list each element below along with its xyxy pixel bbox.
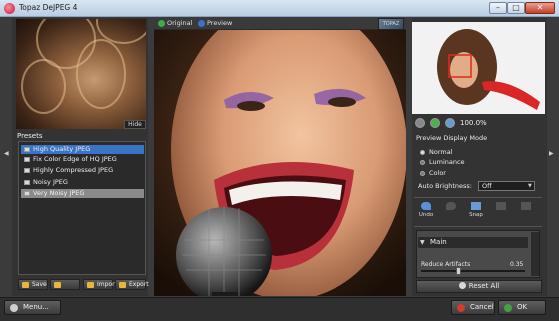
auto-brightness-select[interactable]: Off	[478, 181, 535, 191]
hide-button[interactable]: Hide	[124, 120, 146, 129]
preset-icon	[24, 168, 30, 173]
tab-original[interactable]: Original	[156, 18, 194, 29]
preset-label: Highly Compressed JPEG	[33, 166, 114, 174]
export-icon	[119, 282, 126, 288]
undo-button[interactable]: Undo	[415, 202, 437, 222]
chevron-down-icon: ▼	[528, 183, 532, 189]
minimize-button[interactable]: –	[489, 2, 507, 14]
tab-preview[interactable]: Preview	[196, 18, 236, 29]
preset-label: Noisy JPEG	[33, 178, 68, 186]
undo-label: Undo	[418, 212, 434, 218]
reset-icon	[458, 282, 466, 289]
export-button[interactable]: Export	[115, 279, 149, 290]
ok-button[interactable]: OK	[498, 300, 546, 315]
radio-normal-label: Normal	[429, 148, 453, 156]
reset-label: Reset All	[468, 282, 500, 290]
radio-normal[interactable]	[420, 150, 425, 155]
preset-label: Very Noisy JPEG	[33, 189, 85, 197]
preview-display-mode-label: Preview Display Mode	[416, 134, 488, 142]
menu-icon	[10, 304, 18, 312]
detail-thumbnail[interactable]	[16, 19, 146, 129]
preset-item-high-quality-jpeg[interactable]: High Quality JPEG	[21, 145, 144, 154]
right-eye	[328, 97, 356, 107]
radio-luminance[interactable]	[420, 160, 425, 165]
auto-brightness-label: Auto Brightness:	[418, 182, 472, 190]
ok-label: OK	[517, 303, 528, 311]
radio-luminance-label: Luminance	[429, 158, 465, 166]
reduce-artifacts-slider[interactable]	[421, 270, 525, 272]
preset-item-noisy[interactable]: Noisy JPEG	[21, 178, 144, 187]
preset-icon	[24, 147, 30, 152]
zoom-out-icon[interactable]	[415, 118, 425, 128]
save-label: Save	[32, 281, 47, 288]
import-button[interactable]: Import	[83, 279, 117, 290]
preset-item-very-noisy[interactable]: Very Noisy JPEG	[21, 189, 144, 198]
preset-list[interactable]: High Quality JPEG Fix Color Edge of HQ J…	[18, 141, 146, 275]
preset-item-highly-compressed[interactable]: Highly Compressed JPEG	[21, 166, 144, 175]
menu-button[interactable]: Menu...	[4, 300, 61, 315]
reset-all-button[interactable]: Reset All	[416, 280, 542, 293]
section-main-header[interactable]: Main	[418, 237, 528, 248]
preset-icon	[24, 180, 30, 185]
preset-icon	[24, 157, 30, 162]
app-icon	[4, 3, 15, 14]
tab-preview-label: Preview	[207, 19, 233, 27]
compare-icon	[496, 202, 506, 210]
navigator-preview[interactable]	[412, 22, 545, 114]
snapshot-icon	[521, 202, 531, 210]
preset-extra-button[interactable]	[50, 279, 80, 290]
close-button[interactable]: ✕	[525, 2, 555, 14]
divider	[414, 197, 542, 198]
redo-icon	[446, 202, 456, 210]
snapshot-view-button[interactable]	[515, 202, 537, 222]
ok-icon	[504, 304, 512, 312]
preset-label: High Quality JPEG	[33, 145, 91, 153]
presets-label: Presets	[17, 132, 43, 140]
reduce-artifacts-slider-thumb[interactable]	[456, 267, 461, 275]
microphone-handle	[212, 292, 238, 296]
redo-button[interactable]	[440, 202, 462, 222]
snap-button[interactable]: Snap	[465, 202, 487, 222]
main-preview-image[interactable]	[154, 30, 406, 296]
maximize-button[interactable]: □	[507, 2, 525, 14]
zoom-in-icon[interactable]	[430, 118, 440, 128]
save-icon	[22, 282, 29, 288]
collapse-left-arrow-icon[interactable]: ◀	[4, 150, 9, 157]
divider	[414, 226, 542, 227]
menu-label: Menu...	[23, 303, 49, 311]
reduce-artifacts-value[interactable]: 0.35	[510, 261, 523, 268]
collapse-right-arrow-icon[interactable]: ▶	[549, 150, 554, 157]
window-title: Topaz DeJPEG 4	[19, 3, 78, 12]
import-label: Import	[97, 281, 117, 288]
folder-icon	[54, 282, 61, 288]
title-bar[interactable]	[0, 0, 559, 17]
preset-item-fix-color-edge[interactable]: Fix Color Edge of HQ JPEG	[21, 155, 144, 164]
topaz-logo: TOPAZ	[378, 18, 404, 30]
nav-face	[450, 52, 478, 88]
radio-color-label: Color	[429, 169, 446, 177]
collapse-arrow-icon[interactable]: ▼	[420, 239, 425, 246]
original-icon	[158, 20, 165, 27]
export-label: Export	[129, 281, 149, 288]
undo-icon	[421, 202, 431, 210]
tab-original-label: Original	[167, 19, 193, 27]
reduce-artifacts-label: Reduce Artifacts	[421, 261, 471, 268]
cancel-icon	[457, 304, 465, 312]
preset-icon	[24, 191, 30, 196]
snap-label: Snap	[469, 212, 483, 218]
zoom-level: 100.0%	[460, 119, 487, 127]
save-preset-button[interactable]: Save	[18, 279, 48, 290]
snap-icon	[471, 202, 481, 210]
zoom-fit-icon[interactable]	[445, 118, 455, 128]
cancel-button[interactable]: Cancel	[451, 300, 495, 315]
cancel-label: Cancel	[470, 303, 494, 311]
import-icon	[87, 282, 94, 288]
preview-icon	[198, 20, 205, 27]
left-eye	[237, 101, 265, 111]
compare-button[interactable]	[490, 202, 512, 222]
radio-color[interactable]	[420, 171, 425, 176]
settings-scrollbar[interactable]	[531, 232, 539, 276]
preset-label: Fix Color Edge of HQ JPEG	[33, 155, 117, 163]
